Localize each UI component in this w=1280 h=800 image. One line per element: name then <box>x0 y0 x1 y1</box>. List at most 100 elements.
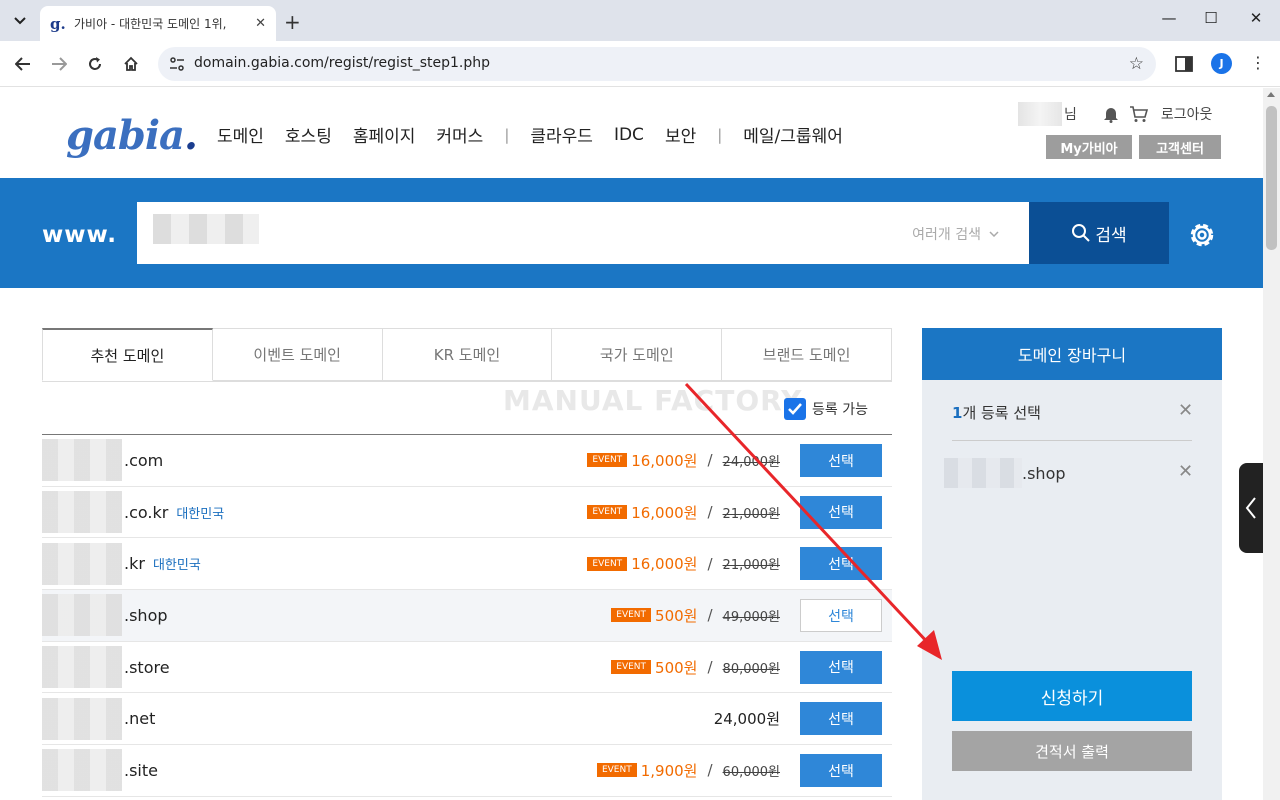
nav-separator: | <box>717 125 723 144</box>
tab-close-icon[interactable]: ✕ <box>255 16 266 31</box>
domain-category-tabs: 추천 도메인 이벤트 도메인 KR 도메인 국가 도메인 브랜드 도메인 <box>42 328 892 382</box>
select-button[interactable]: 선택 <box>800 444 882 477</box>
price-area: EVENT 500원 / 49,000원 <box>611 590 780 641</box>
cart-domain-redacted <box>944 458 1022 488</box>
sale-price: 16,000원 <box>631 555 698 574</box>
minimize-icon[interactable]: — <box>1154 9 1184 27</box>
tab-brand[interactable]: 브랜드 도메인 <box>722 328 892 381</box>
logout-link[interactable]: 로그아웃 <box>1161 104 1213 124</box>
domain-tld: .shop <box>124 605 168 625</box>
support-button[interactable]: 고객센터 <box>1139 135 1221 159</box>
price: 24,000원 <box>713 710 780 729</box>
cart-divider <box>952 440 1192 441</box>
tab-recommended[interactable]: 추천 도메인 <box>42 328 213 381</box>
tab-kr[interactable]: KR 도메인 <box>382 328 553 381</box>
page-scrollbar[interactable] <box>1263 88 1280 800</box>
profile-avatar[interactable]: J <box>1211 53 1232 74</box>
print-quote-button[interactable]: 견적서 출력 <box>952 731 1192 771</box>
bell-icon[interactable] <box>1103 106 1119 123</box>
remove-item-close-icon[interactable]: ✕ <box>1178 461 1193 482</box>
cart-item-tld: .shop <box>1022 463 1066 483</box>
cart-icon[interactable] <box>1129 105 1149 123</box>
tab-event[interactable]: 이벤트 도메인 <box>212 328 383 381</box>
window-close-icon[interactable]: ✕ <box>1241 9 1271 27</box>
nav-commerce[interactable]: 커머스 <box>436 122 483 147</box>
domain-name-redacted <box>42 646 122 689</box>
table-row: .site EVENT 1,900원 / 60,000원 선택 <box>42 745 892 797</box>
scroll-up-arrow-icon[interactable] <box>1267 92 1275 97</box>
maximize-icon[interactable]: ☐ <box>1196 9 1226 27</box>
domain-tld: .com <box>124 450 164 470</box>
address-bar[interactable]: domain.gabia.com/regist/regist_step1.php… <box>158 47 1156 81</box>
apply-button[interactable]: 신청하기 <box>952 671 1192 721</box>
domain-name-redacted <box>42 439 122 482</box>
tab-title: 가비아 - 대한민국 도메인 1위, <box>74 17 227 31</box>
sale-price: 16,000원 <box>631 451 698 470</box>
new-tab-button[interactable]: + <box>284 10 301 34</box>
select-button[interactable]: 선택 <box>800 702 882 736</box>
browser-tab-bar: g. 가비아 - 대한민국 도메인 1위, ✕ + — ☐ ✕ <box>0 0 1280 41</box>
domain-tld: .co.kr <box>124 502 169 522</box>
price-area: EVENT 16,000원 / 24,000원 <box>587 435 780 486</box>
event-badge: EVENT <box>587 556 628 571</box>
price-area: EVENT 500원 / 80,000원 <box>611 642 780 693</box>
country-label: 대한민국 <box>176 506 225 522</box>
domain-tld: .net <box>124 709 156 729</box>
domain-name-redacted <box>42 594 122 637</box>
event-badge: EVENT <box>587 453 628 468</box>
reload-button[interactable] <box>83 52 107 76</box>
nav-homepage[interactable]: 홈페이지 <box>353 122 416 147</box>
select-button[interactable]: 선택 <box>800 495 882 529</box>
nav-domain[interactable]: 도메인 <box>217 122 264 147</box>
side-panel-toggle[interactable] <box>1239 463 1263 553</box>
price-separator: / <box>707 554 713 573</box>
original-price: 60,000원 <box>722 764 780 780</box>
tab-search-button[interactable] <box>8 9 32 33</box>
logo-dot: . <box>183 112 198 159</box>
domain-search-input[interactable] <box>137 202 877 264</box>
domain-name-redacted <box>42 542 122 585</box>
price-area: EVENT 16,000원 / 21,000원 <box>587 538 780 589</box>
available-checkbox[interactable] <box>784 398 806 420</box>
clear-cart-close-icon[interactable]: ✕ <box>1178 400 1193 421</box>
tab-country[interactable]: 국가 도메인 <box>552 328 723 381</box>
url-text[interactable]: domain.gabia.com/regist/regist_step1.php <box>194 55 490 71</box>
select-button-selected[interactable]: 선택 <box>800 599 882 633</box>
original-price: 21,000원 <box>722 558 780 574</box>
my-gabia-button[interactable]: My가비아 <box>1046 135 1132 159</box>
menu-kebab-icon[interactable]: ⋮ <box>1250 53 1266 72</box>
multi-search-dropdown[interactable]: 여러개 검색 <box>912 224 999 244</box>
nav-mail-groupware[interactable]: 메일/그룹웨어 <box>743 122 843 147</box>
username-redacted <box>1018 102 1062 126</box>
back-button[interactable] <box>11 52 35 76</box>
forward-button[interactable] <box>47 52 71 76</box>
event-badge: EVENT <box>596 763 637 778</box>
price-separator: / <box>707 503 713 522</box>
nav-cloud[interactable]: 클라우드 <box>530 122 593 147</box>
available-label: 등록 가능 <box>812 402 868 418</box>
select-button[interactable]: 선택 <box>800 650 882 684</box>
select-button[interactable]: 선택 <box>800 547 882 581</box>
table-row: .kr 대한민국 EVENT 16,000원 / 21,000원 선택 <box>42 538 892 591</box>
site-settings-icon[interactable] <box>168 55 186 73</box>
bookmark-star-icon[interactable]: ☆ <box>1129 54 1144 74</box>
gabia-favicon-icon: g. <box>50 14 66 33</box>
gabia-logo[interactable]: gabia. <box>66 112 198 159</box>
home-button[interactable] <box>119 52 143 76</box>
price-separator: / <box>707 761 713 780</box>
nav-hosting[interactable]: 호스팅 <box>285 122 332 147</box>
search-band: www. 여러개 검색 검색 <box>0 178 1263 288</box>
scrollbar-thumb[interactable] <box>1266 106 1277 250</box>
www-prefix: www. <box>42 222 118 248</box>
browser-tab[interactable]: g. 가비아 - 대한민국 도메인 1위, ✕ <box>40 6 276 41</box>
table-row: .net 24,000원 선택 <box>42 693 892 746</box>
nav-idc[interactable]: IDC <box>614 125 644 145</box>
search-button[interactable]: 검색 <box>1029 202 1169 264</box>
domain-name-redacted <box>42 697 122 740</box>
select-button[interactable]: 선택 <box>800 754 882 788</box>
nav-security[interactable]: 보안 <box>665 122 696 147</box>
table-row: .com EVENT 16,000원 / 24,000원 선택 <box>42 435 892 487</box>
gear-icon[interactable] <box>1186 219 1218 251</box>
side-panel-icon[interactable] <box>1174 54 1194 74</box>
available-filter[interactable]: 등록 가능 <box>784 398 868 420</box>
